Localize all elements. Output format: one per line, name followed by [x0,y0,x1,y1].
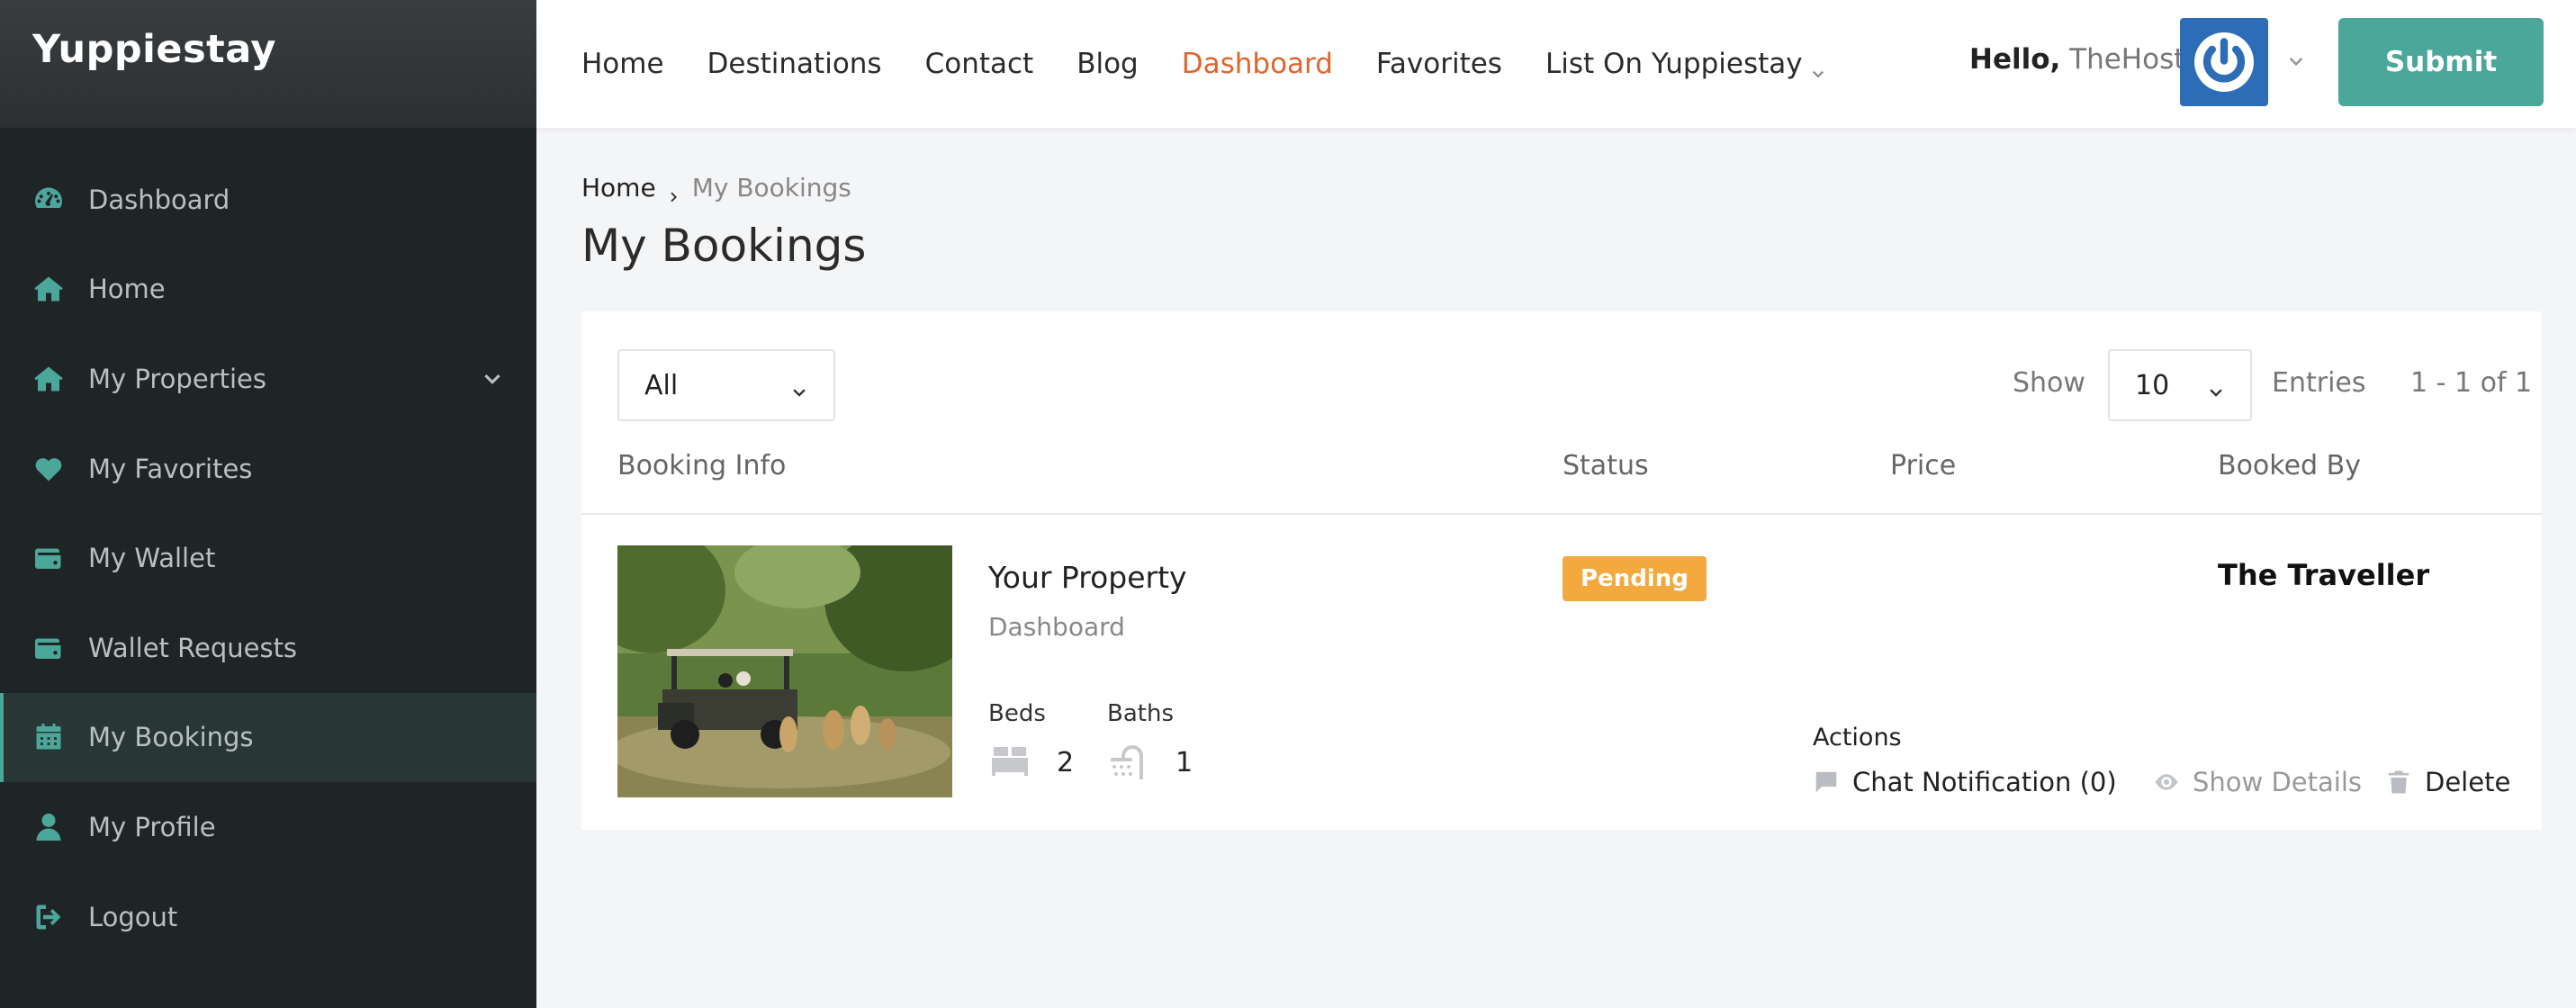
filter-value: All [644,369,679,401]
sidebar-item-my-favorites[interactable]: My Favorites [0,424,536,514]
wallet-icon [31,540,67,576]
shower-icon [1107,740,1150,783]
show-label: Show [2013,367,2085,399]
header-divider [581,513,2542,515]
status-filter-select[interactable]: All [617,349,835,421]
brand-logo-text[interactable]: Yuppiestay [32,27,276,72]
logout-icon [31,899,67,935]
chevron-down-icon [790,378,808,397]
greeting-prefix: Hello, [1969,43,2061,76]
sidebar-item-my-properties[interactable]: My Properties [0,334,536,424]
beds-label: Beds [988,700,1046,727]
sidebar-item-label: Wallet Requests [88,632,298,663]
sidebar-item-label: Home [88,274,166,305]
username: TheHost [2069,43,2185,76]
nav-link-home[interactable]: Home [581,48,664,80]
show-details-link[interactable]: Show Details [2153,767,2362,797]
calendar-icon [31,719,67,755]
sidebar-item-logout[interactable]: Logout [0,872,536,962]
sidebar-item-dashboard[interactable]: Dashboard [0,155,536,245]
nav-link-list-on-yuppiestay[interactable]: List On Yuppiestay [1545,48,1826,80]
chevron-down-icon[interactable] [481,367,504,391]
user-icon [31,809,67,845]
chevron-down-icon [2207,378,2225,397]
action-label: Delete [2425,767,2511,797]
pagination-info: 1 - 1 of 1 [2410,367,2533,399]
sidebar-item-label: My Bookings [88,722,254,753]
home-icon [31,271,67,307]
greeting: Hello, TheHost [1969,43,2184,76]
nav-link-contact[interactable]: Contact [925,48,1034,80]
power-icon [2194,32,2254,92]
sidebar-item-label: My Wallet [88,543,216,574]
trash-icon [2385,769,2412,796]
top-header: Home Destinations Contact Blog Dashboard… [536,0,2576,128]
baths-count: 1 [1175,747,1193,778]
action-label: Chat Notification (0) [1852,767,2117,797]
column-header-booked-by: Booked By [2218,450,2361,482]
actions-label: Actions [1813,724,1902,752]
sidebar-item-label: My Properties [88,363,266,394]
submit-button[interactable]: Submit [2338,18,2544,106]
chat-icon [1813,769,1840,796]
sidebar-item-my-wallet[interactable]: My Wallet [0,513,536,603]
entries-select[interactable]: 10 [2108,349,2252,421]
column-header-price: Price [1890,450,1957,482]
entries-label: Entries [2272,367,2366,399]
column-header-booking-info: Booking Info [617,450,787,482]
sidebar-item-home[interactable]: Home [0,245,536,335]
chevron-down-icon [1810,58,1826,77]
sidebar-item-my-profile[interactable]: My Profile [0,782,536,872]
sidebar: Yuppiestay Dashboard Home My Properties … [0,0,536,1008]
column-header-status: Status [1563,450,1649,482]
sidebar-item-label: My Favorites [88,453,253,484]
top-nav: Home Destinations Contact Blog Dashboard… [581,48,1869,80]
bookings-card: All Show 10 Entries 1 - 1 of 1 Booking I… [581,311,2542,830]
property-thumbnail[interactable] [617,545,952,797]
baths-label: Baths [1107,700,1174,727]
home-icon [31,361,67,397]
booked-by-name: The Traveller [2218,558,2430,592]
delete-link[interactable]: Delete [2385,767,2510,797]
avatar[interactable] [2180,18,2268,106]
eye-icon [2153,769,2180,796]
nav-link-dashboard[interactable]: Dashboard [1182,48,1333,80]
entries-value: 10 [2135,369,2170,401]
gauge-icon [31,182,67,218]
sidebar-item-my-bookings[interactable]: My Bookings [0,692,536,783]
chat-notification-link[interactable]: Chat Notification (0) [1813,767,2117,797]
sidebar-nav: Dashboard Home My Properties My Favorite… [0,155,536,961]
action-label: Show Details [2193,767,2363,797]
breadcrumb-current: My Bookings [691,173,851,202]
nav-link-label: List On Yuppiestay [1545,48,1803,80]
wallet-icon [31,630,67,666]
status-badge: Pending [1563,556,1707,601]
chevron-down-icon[interactable] [2286,52,2306,72]
chevron-right-icon [667,181,681,202]
breadcrumb-home[interactable]: Home [581,173,656,202]
page-title: My Bookings [581,220,867,272]
nav-link-blog[interactable]: Blog [1076,48,1139,80]
breadcrumb: Home My Bookings [581,173,851,202]
sidebar-item-label: Logout [88,901,178,932]
nav-link-favorites[interactable]: Favorites [1376,48,1502,80]
sidebar-item-label: Dashboard [88,184,230,215]
sidebar-item-wallet-requests[interactable]: Wallet Requests [0,603,536,693]
property-name[interactable]: Your Property [988,560,1187,595]
nav-link-destinations[interactable]: Destinations [707,48,882,80]
beds-count: 2 [1057,747,1075,778]
bed-icon [988,740,1031,783]
sidebar-item-label: My Profile [88,811,216,842]
heart-icon [31,451,67,487]
brand[interactable]: Yuppiestay [0,0,536,128]
property-subtitle: Dashboard [988,612,1125,642]
